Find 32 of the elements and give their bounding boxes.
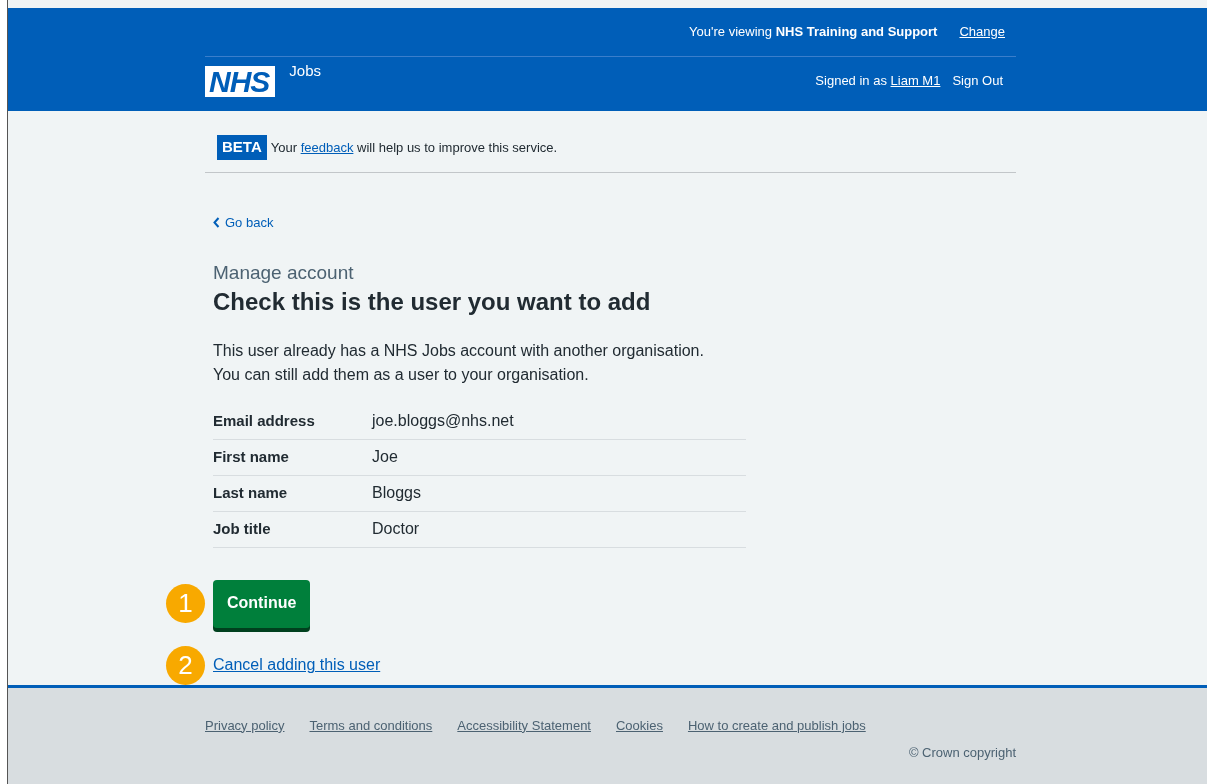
summary-key: Job title [213, 517, 372, 541]
back-link[interactable]: Go back [213, 213, 274, 233]
summary-key: Last name [213, 481, 372, 505]
feedback-text: Your feedback will help us to improve this service. [270, 138, 558, 157]
footer-link[interactable]: Cookies [616, 715, 663, 736]
footer-link[interactable]: Privacy policy [205, 715, 285, 736]
user-link[interactable]: Liam M1 [890, 73, 941, 89]
summary-value: Doctor [372, 519, 420, 540]
summary-value: Bloggs [372, 483, 421, 504]
callout-number: 1 [166, 584, 205, 624]
summary-key: First name [213, 445, 372, 469]
change-link[interactable]: Change [959, 22, 1005, 42]
summary-key: Email address [213, 409, 372, 433]
summary-value: Joe [372, 447, 398, 468]
cancel-link[interactable]: Cancel adding this user [213, 653, 381, 678]
page-heading: Check this is the user you want to add [213, 287, 652, 317]
nhs-logo[interactable]: NHS [205, 65, 276, 97]
feedback-link[interactable]: feedback [300, 139, 354, 155]
service-name: Jobs [289, 60, 322, 81]
summary-value: joe.bloggs@nhs.net [372, 411, 514, 432]
footer-link[interactable]: Terms and conditions [309, 715, 433, 736]
chevron-left-icon [213, 217, 220, 229]
footer-link[interactable]: Accessibility Statement [457, 715, 591, 736]
intro-text: This user already has a NHS Jobs account with another organisation. You can still add them as a user to your organisation. [213, 340, 705, 385]
callout-number: 2 [166, 645, 205, 685]
footer-link[interactable]: How to create and publish jobs [687, 715, 866, 736]
sign-out-link[interactable]: Sign Out [952, 71, 1003, 91]
page-caption: Manage account [213, 261, 355, 286]
signed-in-text: Signed in as Liam M1 [815, 72, 941, 91]
phase-tag: BETA [217, 135, 267, 160]
copyright-text: © Crown copyright [907, 744, 1016, 763]
viewing-text: You're viewing NHS Training and Support [689, 23, 938, 42]
